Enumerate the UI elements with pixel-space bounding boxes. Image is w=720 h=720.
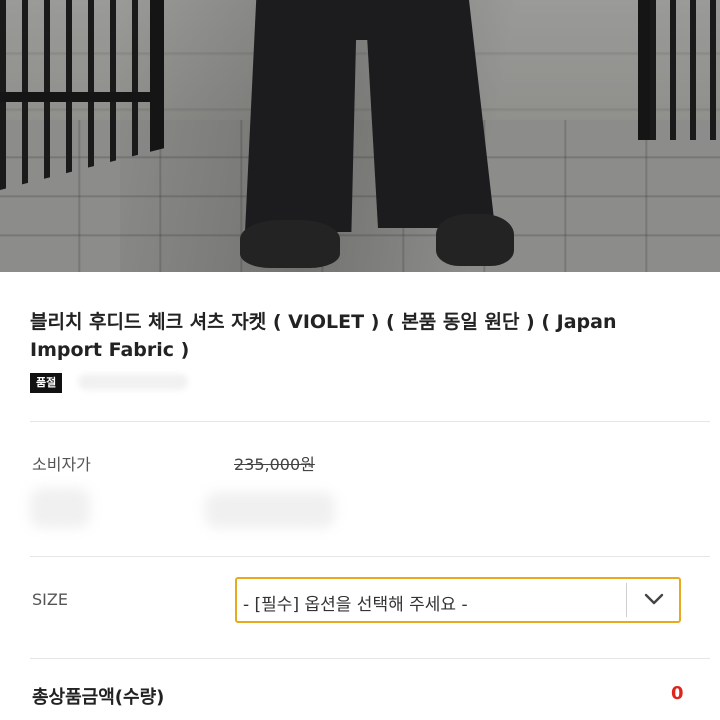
photo-shoe-right [436, 214, 514, 266]
blurred-text [78, 374, 188, 390]
blurred-price [205, 492, 335, 528]
photo-pant-left [245, 0, 357, 232]
divider [30, 556, 710, 557]
photo-shoe-left [240, 220, 340, 268]
divider [30, 658, 710, 659]
size-select[interactable]: - [필수] 옵션을 선택해 주세요 - [235, 577, 681, 623]
total-label: 총상품금액(수량) [32, 687, 165, 708]
product-title-line2: Import Fabric ) [30, 339, 190, 361]
retail-price-label: 소비자가 [32, 455, 91, 474]
chevron-down-icon[interactable] [643, 591, 665, 607]
total-value: 0 [671, 683, 684, 704]
photo-gate-right [638, 0, 720, 140]
blurred-label [30, 488, 90, 528]
product-image [0, 0, 720, 272]
size-label: SIZE [32, 590, 68, 609]
retail-price-value: 235,000원 [234, 455, 315, 474]
product-title-line1: 블리치 후디드 체크 셔츠 자켓 ( VIOLET ) ( 본품 동일 원단 )… [30, 311, 617, 333]
product-title: 블리치 후디드 체크 셔츠 자켓 ( VIOLET ) ( 본품 동일 원단 )… [30, 308, 670, 364]
select-separator [626, 583, 627, 617]
size-select-value: - [필수] 옵션을 선택해 주세요 - [243, 595, 468, 615]
divider [30, 421, 710, 422]
soldout-badge: 품절 [30, 373, 63, 393]
